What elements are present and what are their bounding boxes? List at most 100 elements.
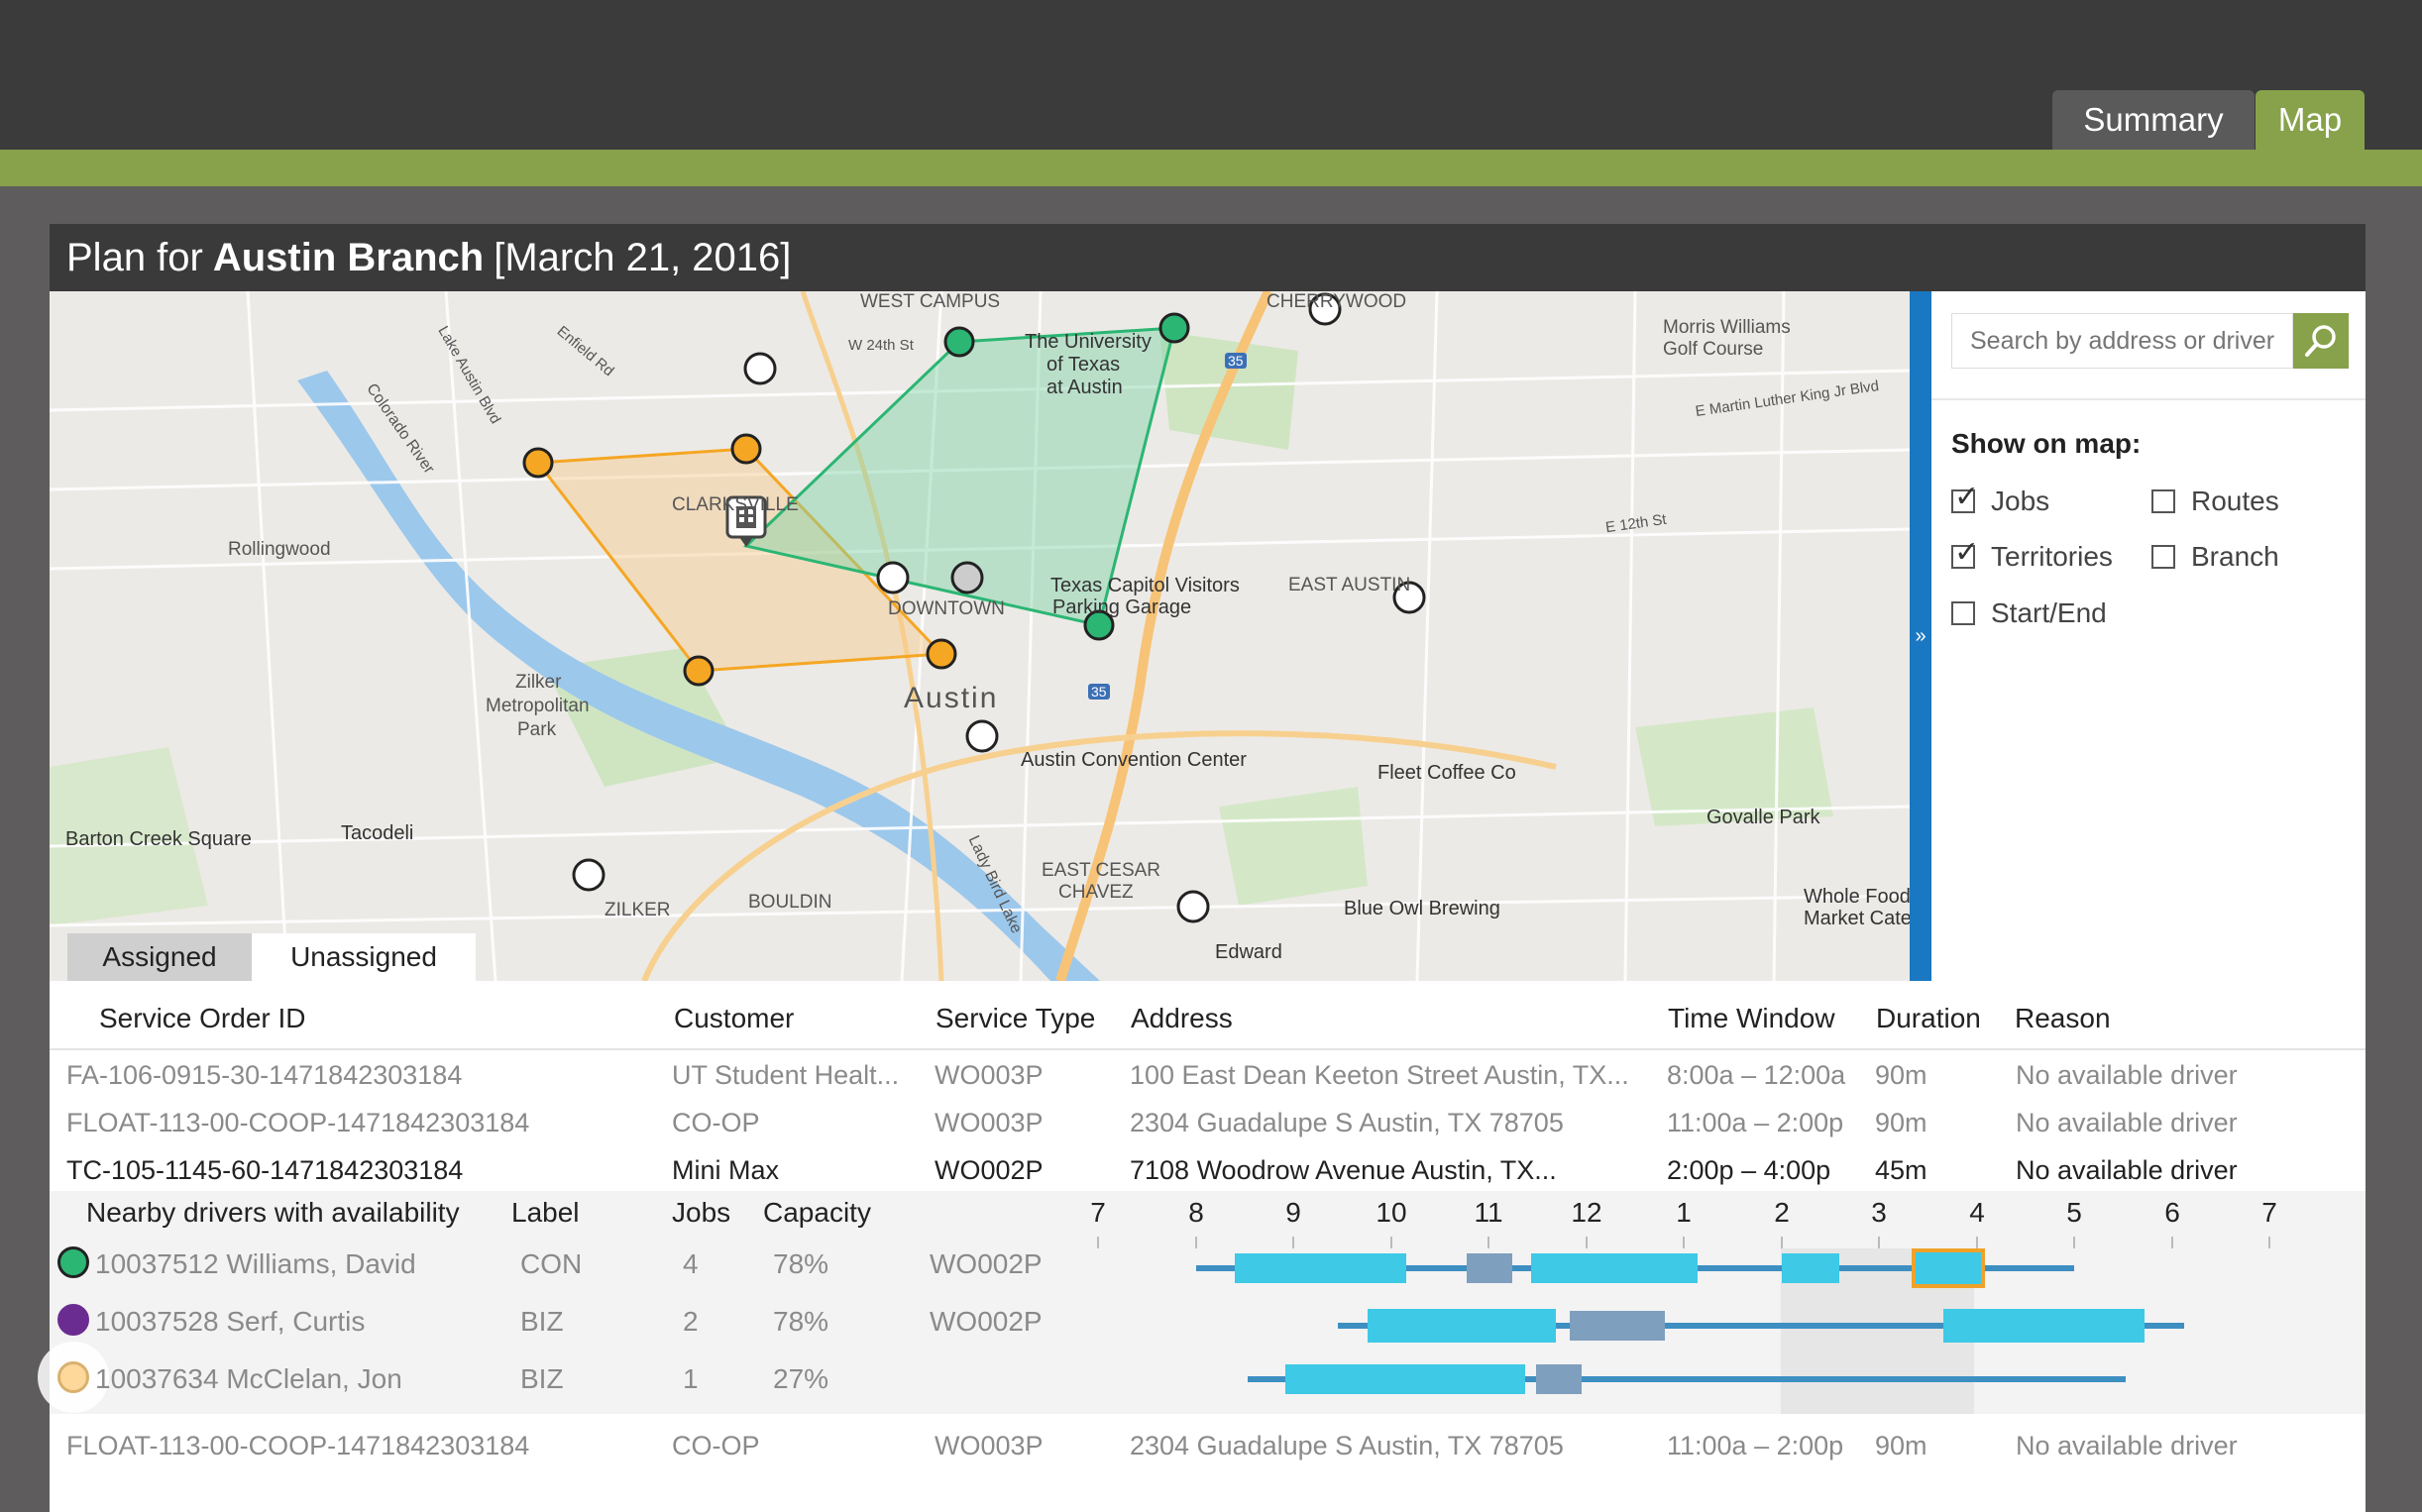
table-row-selected[interactable]: TC-105-1145-60-1471842303184 Mini Max WO… bbox=[50, 1147, 2366, 1195]
job-marker-unassigned bbox=[743, 352, 777, 385]
hour-tick bbox=[1195, 1237, 1197, 1248]
column-header[interactable]: Duration bbox=[1876, 1003, 1981, 1034]
map-label: Whole Food bbox=[1804, 886, 1910, 908]
list-tabs: Assigned Unassigned bbox=[67, 933, 476, 981]
hour-tick bbox=[1586, 1237, 1588, 1248]
job-marker-orange bbox=[522, 447, 554, 479]
table-row[interactable]: FA-106-0915-30-1471842303184 UT Student … bbox=[50, 1052, 2366, 1100]
hour-tick bbox=[1487, 1237, 1489, 1248]
interstate-shield: 35 bbox=[1088, 684, 1110, 700]
nearby-header: Jobs bbox=[672, 1197, 731, 1228]
checkbox-icon[interactable] bbox=[1951, 601, 1975, 625]
customer: CO-OP bbox=[672, 1108, 760, 1137]
map-graphics bbox=[50, 291, 1910, 981]
scheduled-job-block[interactable] bbox=[1531, 1253, 1698, 1283]
column-header[interactable]: Address bbox=[1131, 1003, 1233, 1034]
title-prefix: Plan for bbox=[66, 235, 203, 279]
proposed-job-block[interactable] bbox=[1912, 1248, 1985, 1288]
driver-color-dot bbox=[57, 1361, 89, 1393]
driver-color-dot bbox=[57, 1304, 89, 1336]
accent-bar bbox=[0, 150, 2422, 186]
checkbox-checked-icon[interactable] bbox=[1951, 535, 1979, 570]
column-header[interactable]: Time Window bbox=[1668, 1003, 1835, 1034]
tab-assigned[interactable]: Assigned bbox=[67, 933, 252, 981]
nearby-header: Label bbox=[511, 1197, 580, 1228]
search-button[interactable] bbox=[2293, 313, 2349, 369]
map-label: Market Cate bbox=[1804, 908, 1910, 929]
checkbox-jobs[interactable]: Jobs bbox=[1951, 480, 2050, 517]
column-header[interactable]: Customer bbox=[674, 1003, 794, 1034]
scheduled-job-block[interactable] bbox=[1285, 1364, 1525, 1394]
hour-label: 1 bbox=[1676, 1197, 1692, 1228]
tab-map[interactable]: Map bbox=[2256, 90, 2365, 150]
collapse-sidebar-button[interactable]: » bbox=[1910, 291, 1931, 981]
reason: No available driver bbox=[2016, 1060, 2238, 1090]
map-label: ZILKER bbox=[605, 900, 671, 920]
checkbox-checked-icon[interactable] bbox=[1951, 480, 1979, 514]
hour-label: 12 bbox=[1571, 1197, 1602, 1228]
checkbox-territories[interactable]: Territories bbox=[1951, 535, 2113, 573]
map-label: WEST CAMPUS bbox=[860, 291, 1001, 312]
travel-block[interactable] bbox=[1570, 1311, 1665, 1341]
tab-summary[interactable]: Summary bbox=[2052, 90, 2255, 150]
driver-jobs: 4 bbox=[683, 1248, 699, 1279]
table-row[interactable]: FLOAT-113-00-COOP-1471842303184 CO-OP WO… bbox=[50, 1423, 2366, 1470]
hour-tick bbox=[1976, 1237, 1978, 1248]
map-label: W 24th St bbox=[848, 337, 914, 354]
checkbox-icon[interactable] bbox=[2151, 545, 2175, 569]
checkbox-start-end[interactable]: Start/End bbox=[1951, 597, 2107, 629]
hour-label: 4 bbox=[1969, 1197, 1985, 1228]
hour-label: 11 bbox=[1474, 1197, 1503, 1228]
job-marker-orange bbox=[926, 638, 957, 670]
plan-date: [March 21, 2016] bbox=[494, 235, 792, 279]
scheduled-job-block[interactable] bbox=[1235, 1253, 1406, 1283]
column-header[interactable]: Service Type bbox=[936, 1003, 1095, 1034]
driver-color-dot bbox=[57, 1246, 89, 1278]
job-marker-gray bbox=[950, 561, 984, 594]
map-label: EAST AUSTIN bbox=[1288, 575, 1411, 595]
hour-label: 2 bbox=[1774, 1197, 1790, 1228]
service-order-id: FA-106-0915-30-1471842303184 bbox=[66, 1060, 463, 1090]
hour-tick bbox=[1781, 1237, 1783, 1248]
map-view[interactable]: WEST CAMPUS CHERRYWOOD Morris Williams G… bbox=[50, 291, 1910, 981]
scheduled-job-block[interactable] bbox=[1368, 1309, 1556, 1343]
scheduled-job-block[interactable] bbox=[1782, 1253, 1839, 1283]
column-header[interactable]: Reason bbox=[2015, 1003, 2111, 1034]
map-label: Zilker bbox=[515, 672, 562, 693]
time-window: 11:00a – 2:00p bbox=[1667, 1431, 1844, 1460]
service-type: WO003P bbox=[935, 1431, 1044, 1460]
table-row[interactable]: FLOAT-113-00-COOP-1471842303184 CO-OP WO… bbox=[50, 1100, 2366, 1147]
hour-label: 7 bbox=[2261, 1197, 2277, 1228]
checkbox-label: Territories bbox=[1991, 541, 2113, 572]
map-label: Tacodeli bbox=[341, 822, 414, 844]
tab-unassigned[interactable]: Unassigned bbox=[252, 933, 476, 981]
scheduled-job-block[interactable] bbox=[1943, 1309, 2145, 1343]
hour-tick bbox=[2073, 1237, 2075, 1248]
time-window: 8:00a – 12:00a bbox=[1667, 1060, 1846, 1090]
checkbox-icon[interactable] bbox=[2151, 489, 2175, 513]
map-label: Golf Course bbox=[1663, 339, 1764, 360]
duration: 90m bbox=[1875, 1431, 1927, 1460]
service-type: WO003P bbox=[935, 1108, 1044, 1137]
search-input[interactable] bbox=[1951, 313, 2293, 369]
checkbox-label: Branch bbox=[2191, 541, 2279, 572]
job-marker-unassigned bbox=[965, 719, 999, 753]
plan-panel: Plan for Austin Branch [March 21, 2016] bbox=[50, 224, 2366, 1512]
customer: CO-OP bbox=[672, 1431, 760, 1460]
hour-tick bbox=[1292, 1237, 1294, 1248]
driver-capacity: 78% bbox=[773, 1306, 829, 1337]
checkbox-label: Jobs bbox=[1991, 486, 2050, 516]
map-label: Barton Creek Square bbox=[65, 828, 252, 850]
driver-jobs: 2 bbox=[683, 1306, 699, 1337]
travel-block[interactable] bbox=[1467, 1253, 1512, 1283]
map-label: Rollingwood bbox=[228, 539, 331, 560]
travel-block[interactable] bbox=[1536, 1364, 1582, 1394]
hour-tick bbox=[1390, 1237, 1392, 1248]
checkbox-branch[interactable]: Branch bbox=[2151, 541, 2279, 573]
hour-label: 7 bbox=[1090, 1197, 1106, 1228]
map-label: Parking Garage bbox=[1052, 596, 1192, 618]
address: 7108 Woodrow Avenue Austin, TX... bbox=[1130, 1155, 1557, 1185]
reason: No available driver bbox=[2016, 1155, 2238, 1185]
checkbox-routes[interactable]: Routes bbox=[2151, 486, 2279, 517]
column-header[interactable]: Service Order ID bbox=[99, 1003, 306, 1034]
